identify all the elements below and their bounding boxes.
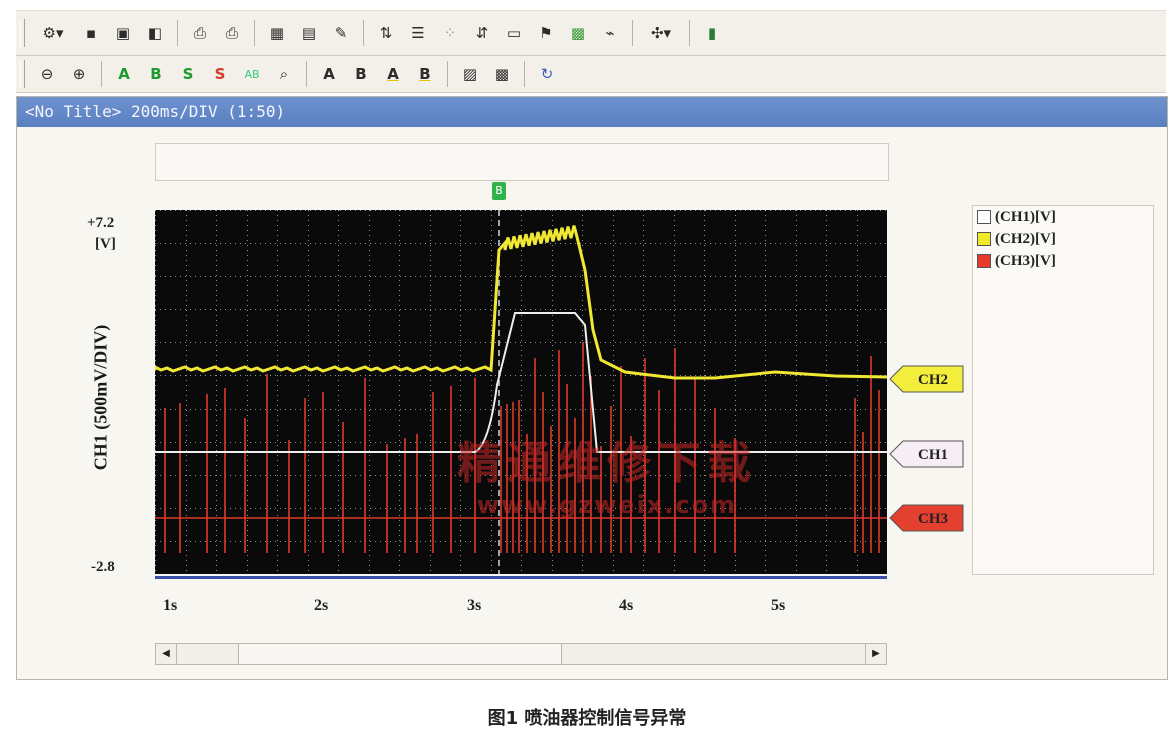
legend-label: (CH1)[V] <box>995 208 1056 225</box>
scroll-thumb[interactable] <box>238 644 562 664</box>
print-icon[interactable]: ⎙ <box>186 19 214 47</box>
sync-icon[interactable]: ⇵ <box>468 19 496 47</box>
figure-caption: 图1 喷油器控制信号异常 <box>487 708 687 729</box>
snap-a-button[interactable]: S <box>174 60 202 88</box>
legend-item-ch3[interactable]: (CH3)[V] <box>977 250 1153 272</box>
legend-item-ch1[interactable]: (CH1)[V] <box>977 206 1153 228</box>
print-preview-icon[interactable]: ⎙ <box>218 19 246 47</box>
refresh-icon[interactable]: ↻ <box>533 60 561 88</box>
y-max-label: +7.2 <box>87 215 115 231</box>
ch1-trace <box>155 312 887 453</box>
flag-icon[interactable]: ⚑ <box>532 19 560 47</box>
y-unit-label: [V] <box>95 236 116 252</box>
search-icon[interactable]: ⌕ <box>270 60 298 88</box>
view-toolbar: ⊖ ⊕ A B S S AB ⌕ A B A B ▨ ▩ ↻ <box>16 56 1166 93</box>
text-b-button[interactable]: B <box>347 60 375 88</box>
waveform-svg <box>153 210 888 575</box>
zoom-out-icon[interactable]: ⊖ <box>33 60 61 88</box>
chart-window: <No Title> 200ms/DIV (1:50) B +7.2 [V] -… <box>16 96 1168 680</box>
ch2-tag[interactable]: CH2 <box>889 365 965 393</box>
y-min-label: -2.8 <box>91 559 115 575</box>
cursor-b-marker[interactable]: B <box>492 182 506 200</box>
legend-label: (CH2)[V] <box>995 230 1056 247</box>
toolbar-grip[interactable] <box>20 19 25 47</box>
cursor-a-button[interactable]: A <box>110 60 138 88</box>
properties-icon[interactable]: ▭ <box>500 19 528 47</box>
chart-header-box <box>155 143 889 181</box>
window-title: <No Title> 200ms/DIV (1:50) <box>17 97 1167 127</box>
ch2-tag-label: CH2 <box>918 372 948 388</box>
ch1-tag[interactable]: CH1 <box>889 440 965 468</box>
cursor-b-button[interactable]: B <box>142 60 170 88</box>
horizontal-scrollbar[interactable]: ◀ ▶ <box>155 643 887 665</box>
edit-icon[interactable]: ✎ <box>327 19 355 47</box>
ch1-tag-label: CH1 <box>918 447 948 463</box>
sliders-icon[interactable]: ☰ <box>404 19 432 47</box>
legend-item-ch2[interactable]: (CH2)[V] <box>977 228 1153 250</box>
x-tick-label: 3s <box>467 597 482 614</box>
chart-icon[interactable]: ▦ <box>263 19 291 47</box>
tools-icon[interactable]: ✣▾ <box>641 19 681 47</box>
x-tick-label: 2s <box>314 597 329 614</box>
image-icon[interactable]: ▨ <box>456 60 484 88</box>
exit-icon[interactable]: ▮ <box>698 19 726 47</box>
zoom-in-icon[interactable]: ⊕ <box>65 60 93 88</box>
y-axis-label: CH1 (500mV/DIV) <box>90 324 111 471</box>
scope-icon[interactable]: ⌁ <box>596 19 624 47</box>
legend-label: (CH3)[V] <box>995 252 1056 269</box>
channel-legend: (CH1)[V] (CH2)[V] (CH3)[V] <box>972 205 1154 575</box>
underline-a-button[interactable]: A <box>379 60 407 88</box>
snap-b-button[interactable]: S <box>206 60 234 88</box>
ab-button[interactable]: AB <box>238 60 266 88</box>
waveform-icon <box>977 210 991 224</box>
table-icon[interactable]: ▤ <box>295 19 323 47</box>
channel-icon[interactable]: ⇅ <box>372 19 400 47</box>
save-as-icon[interactable]: ▣ <box>109 19 137 47</box>
save-all-icon[interactable]: ◧ <box>141 19 169 47</box>
xy-icon[interactable]: ⁘ <box>436 19 464 47</box>
x-axis-bar <box>155 576 887 579</box>
underline-b-button[interactable]: B <box>411 60 439 88</box>
settings-icon[interactable]: ⚙▾ <box>33 19 73 47</box>
ch3-tag-label: CH3 <box>918 511 948 527</box>
x-tick-label: 5s <box>771 597 786 614</box>
scroll-left-arrow-icon[interactable]: ◀ <box>156 644 177 664</box>
x-tick-label: 4s <box>619 597 634 614</box>
main-toolbar: ⚙▾ ▪ ▣ ◧ ⎙ ⎙ ▦ ▤ ✎ ⇅ ☰ ⁘ ⇵ ▭ ⚑ ▩ ⌁ ✣▾ ▮ <box>16 10 1166 56</box>
grid-icon[interactable]: ▩ <box>488 60 516 88</box>
x-tick-label: 1s <box>163 597 178 614</box>
waveform-icon <box>977 232 991 246</box>
text-a-button[interactable]: A <box>315 60 343 88</box>
toolbar-grip[interactable] <box>20 60 25 88</box>
calculator-icon[interactable]: ▩ <box>564 19 592 47</box>
waveform-icon <box>977 254 991 268</box>
scope-plot[interactable] <box>153 210 888 575</box>
scroll-right-arrow-icon[interactable]: ▶ <box>865 644 886 664</box>
save-icon[interactable]: ▪ <box>77 19 105 47</box>
ch3-tag[interactable]: CH3 <box>889 504 965 532</box>
